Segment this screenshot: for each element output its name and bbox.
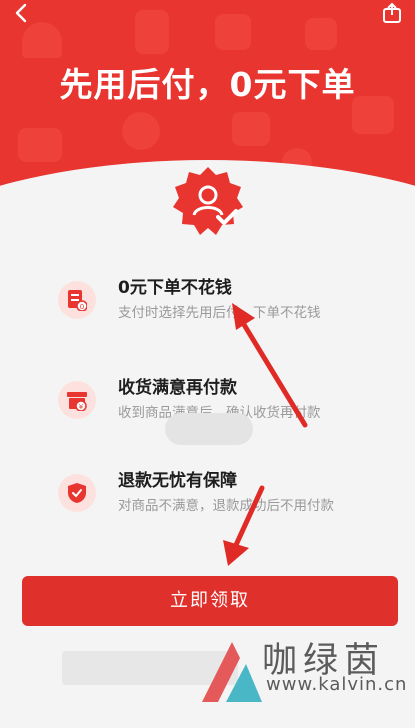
feature-title: 收货满意再付款 [118, 378, 237, 398]
toast-pill [165, 413, 253, 445]
feature-item: 0 0元下单不花钱 支付时选择先用后付，下单不花钱 [58, 273, 398, 325]
svg-text:0: 0 [80, 303, 84, 311]
claim-now-button[interactable]: 立即领取 [22, 576, 398, 626]
share-icon[interactable] [381, 2, 403, 24]
feature-title: 退款无忧有保障 [118, 471, 237, 491]
order-zero-icon: 0 [58, 281, 96, 319]
watermark-url: www.kalvin.cn [266, 674, 408, 695]
svg-text:¥: ¥ [79, 403, 84, 411]
decor-watch [122, 112, 160, 150]
user-verified-badge-icon [172, 165, 244, 237]
decor-umbrella [22, 22, 62, 58]
shield-check-icon [58, 474, 96, 512]
payment-box-icon: ¥ [58, 381, 96, 419]
feature-desc: 支付时选择先用后付，下单不花钱 [118, 305, 321, 321]
page-headline: 先用后付，0元下单 [59, 65, 356, 104]
feature-item: 退款无忧有保障 对商品不满意，退款成功后不用付款 [58, 466, 398, 518]
decor-gift [305, 18, 337, 50]
decor-bag [215, 14, 251, 50]
feature-title: 0元下单不花钱 [118, 278, 232, 298]
feature-desc: 对商品不满意，退款成功后不用付款 [118, 498, 334, 514]
decor-camera [18, 128, 62, 162]
decor-cup [232, 112, 270, 146]
watermark-logo-icon [202, 642, 262, 702]
decor-dress [135, 10, 169, 54]
back-arrow-icon[interactable] [10, 2, 34, 26]
